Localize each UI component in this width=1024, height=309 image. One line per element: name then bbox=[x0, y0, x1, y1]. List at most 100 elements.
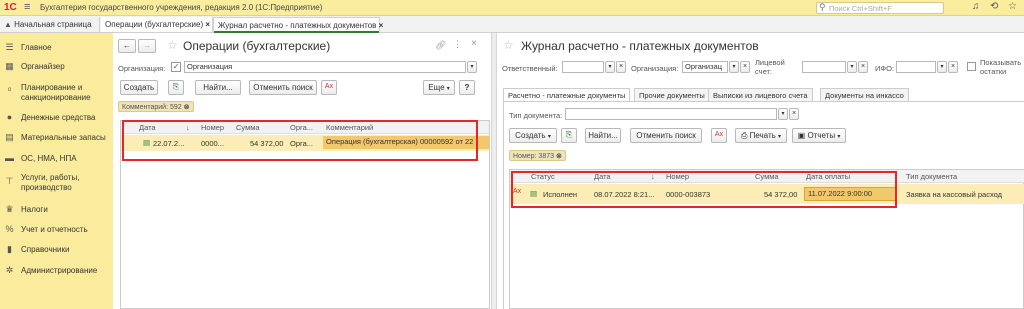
close-icon[interactable]: × bbox=[471, 38, 477, 49]
responsible-clear-button[interactable]: × bbox=[616, 61, 626, 73]
subtab-collection-docs[interactable]: Документы на инкассо bbox=[820, 88, 909, 102]
money-icon: ● bbox=[6, 112, 13, 122]
filter-chip-label: Комментарий: 592 bbox=[122, 104, 182, 111]
close-icon[interactable]: ⊗ bbox=[556, 153, 562, 160]
sidebar-item-services[interactable]: ⊤ Услуги, работы, производство bbox=[0, 172, 113, 194]
organization-checkbox[interactable]: ✓ bbox=[171, 62, 181, 72]
taxes-icon: ♛ bbox=[5, 204, 14, 214]
ifo-dropdown-button[interactable]: ▾ bbox=[937, 61, 947, 73]
create-button[interactable]: Создать ▾ bbox=[509, 128, 557, 143]
close-icon[interactable]: ⊗ bbox=[184, 104, 190, 111]
subtab-payment-docs[interactable]: Расчетно - платежные документы bbox=[503, 88, 631, 102]
copy-button[interactable]: ⎘ bbox=[168, 80, 184, 95]
close-icon[interactable]: × bbox=[379, 21, 384, 30]
tab-journal-label: Журнал расчетно - платежных документов bbox=[218, 21, 377, 30]
tab-operations-label: Операции (бухгалтерские) bbox=[105, 20, 204, 29]
clear-filter-button[interactable]: Ax bbox=[321, 80, 337, 95]
sidebar-item-main[interactable]: ☰ Главное bbox=[0, 42, 113, 56]
account-dropdown-button[interactable]: ▾ bbox=[847, 61, 857, 73]
ifo-field[interactable] bbox=[896, 61, 936, 73]
report-icon: ▣ bbox=[797, 131, 806, 140]
tab-journal[interactable]: Журнал расчетно - платежных документов × bbox=[213, 17, 383, 32]
more-menu-icon[interactable]: ⋮ bbox=[453, 39, 462, 50]
sidebar-item-money[interactable]: ● Денежные средства bbox=[0, 112, 113, 126]
organization-dropdown-button[interactable]: ▾ bbox=[467, 61, 477, 73]
global-search-placeholder: Поиск Ctrl+Shift+F bbox=[829, 4, 892, 13]
sidebar-item-organizer[interactable]: ▦ Органайзер bbox=[0, 61, 113, 75]
comment-filter-chip[interactable]: Комментарий: 592 ⊗ bbox=[118, 101, 194, 112]
reports-button-label: Отчеты bbox=[807, 131, 836, 140]
doctype-dropdown-button[interactable]: ▾ bbox=[778, 108, 788, 120]
clear-filter-button[interactable]: Ax bbox=[711, 128, 727, 143]
organization-label: Организация: bbox=[631, 64, 679, 73]
global-search-input[interactable]: ⚲ Поиск Ctrl+Shift+F bbox=[816, 2, 944, 14]
account-clear-button[interactable]: × bbox=[858, 61, 868, 73]
sidebar-item-directories[interactable]: ▮ Справочники bbox=[0, 244, 113, 258]
journal-panel: ☆ Журнал расчетно - платежных документов… bbox=[497, 33, 1024, 309]
sidebar-item-label: Денежные средства bbox=[21, 113, 96, 122]
show-rest-checkbox[interactable] bbox=[967, 62, 976, 71]
home-icon: ▲ bbox=[4, 20, 12, 29]
chevron-down-icon: ▾ bbox=[446, 86, 450, 92]
reports-button[interactable]: ▣ Отчеты ▾ bbox=[792, 128, 846, 143]
sidebar-item-taxes[interactable]: ♛ Налоги bbox=[0, 204, 113, 218]
planning-icon: ⁰ bbox=[7, 86, 12, 96]
help-button[interactable]: ? bbox=[459, 80, 475, 95]
organization-dropdown-button[interactable]: ▾ bbox=[729, 61, 739, 73]
doctype-field[interactable] bbox=[565, 108, 777, 120]
subtab-statements[interactable]: Выписки из лицевого счета bbox=[708, 88, 813, 102]
menu-icon: ☰ bbox=[5, 42, 14, 52]
forward-button[interactable]: → bbox=[138, 39, 156, 53]
truck-icon: ▬ bbox=[5, 153, 14, 163]
link-icon[interactable]: 🔗︎ bbox=[435, 40, 446, 51]
organization-field[interactable]: Организац bbox=[682, 61, 728, 73]
app-logo: 1С bbox=[4, 2, 17, 13]
sidebar-item-reporting[interactable]: % Учет и отчетность bbox=[0, 224, 113, 238]
title-bar: 1С ≡ Бухгалтерия государственного учрежд… bbox=[0, 0, 1024, 16]
organization-field[interactable]: Организация bbox=[184, 61, 466, 73]
cancel-search-button[interactable]: Отменить поиск bbox=[249, 80, 317, 95]
copy-button[interactable]: ⎘ bbox=[561, 128, 577, 143]
account-label: Лицевой счет: bbox=[755, 58, 785, 76]
ifo-label: ИФО: bbox=[875, 64, 895, 73]
open-tabs-bar: ▲ Начальная страница Операции (бухгалтер… bbox=[0, 16, 1024, 33]
organization-value: Организац bbox=[685, 62, 722, 71]
favorite-star-icon[interactable]: ☆ bbox=[167, 38, 178, 52]
organization-clear-button[interactable]: × bbox=[740, 61, 750, 73]
account-field[interactable] bbox=[802, 61, 846, 73]
sidebar-item-label: Налоги bbox=[21, 205, 48, 214]
create-button[interactable]: Создать bbox=[120, 80, 158, 95]
print-button[interactable]: ⎙ Печать ▾ bbox=[735, 128, 787, 143]
subtab-other-docs[interactable]: Прочие документы bbox=[634, 88, 710, 102]
cancel-search-button[interactable]: Отменить поиск bbox=[630, 128, 702, 143]
number-filter-chip[interactable]: Номер: 3873 ⊗ bbox=[509, 150, 566, 161]
sidebar-item-label: Справочники bbox=[21, 245, 70, 254]
responsible-dropdown-button[interactable]: ▾ bbox=[605, 61, 615, 73]
book-icon: ▮ bbox=[7, 244, 12, 254]
find-button[interactable]: Найти... bbox=[195, 80, 241, 95]
doctype-clear-button[interactable]: × bbox=[789, 108, 799, 120]
ifo-clear-button[interactable]: × bbox=[948, 61, 958, 73]
close-icon[interactable]: × bbox=[205, 20, 210, 29]
sidebar-item-admin[interactable]: ✲ Администрирование bbox=[0, 265, 113, 279]
create-button-label: Создать bbox=[515, 131, 546, 140]
calendar-icon: ▦ bbox=[5, 61, 14, 71]
column-header[interactable]: Тип документа bbox=[906, 172, 957, 181]
reporting-icon: % bbox=[5, 224, 14, 234]
sidebar-item-materials[interactable]: ▤ Материальные запасы bbox=[0, 132, 113, 146]
history-icon[interactable]: ⟲ bbox=[990, 1, 998, 12]
more-button[interactable]: Еще ▾ bbox=[423, 80, 455, 95]
find-button[interactable]: Найти... bbox=[585, 128, 621, 143]
favorites-icon[interactable]: ☆ bbox=[1008, 1, 1017, 12]
tab-home[interactable]: ▲ Начальная страница bbox=[0, 17, 100, 32]
notifications-icon[interactable]: ♫ bbox=[972, 1, 980, 12]
sidebar-item-assets[interactable]: ▬ ОС, НМА, НПА bbox=[0, 153, 113, 167]
favorite-star-icon[interactable]: ☆ bbox=[503, 38, 514, 52]
back-button[interactable]: ← bbox=[118, 39, 136, 53]
tab-operations[interactable]: Операции (бухгалтерские) × bbox=[101, 17, 213, 32]
sidebar: ☰ Главное ▦ Органайзер ⁰ Планирование и … bbox=[0, 33, 113, 309]
main-menu-icon[interactable]: ≡ bbox=[24, 1, 30, 13]
responsible-field[interactable] bbox=[562, 61, 604, 73]
sidebar-item-label: Администрирование bbox=[21, 266, 98, 275]
sidebar-item-planning[interactable]: ⁰ Планирование и санкционирование bbox=[0, 82, 113, 104]
